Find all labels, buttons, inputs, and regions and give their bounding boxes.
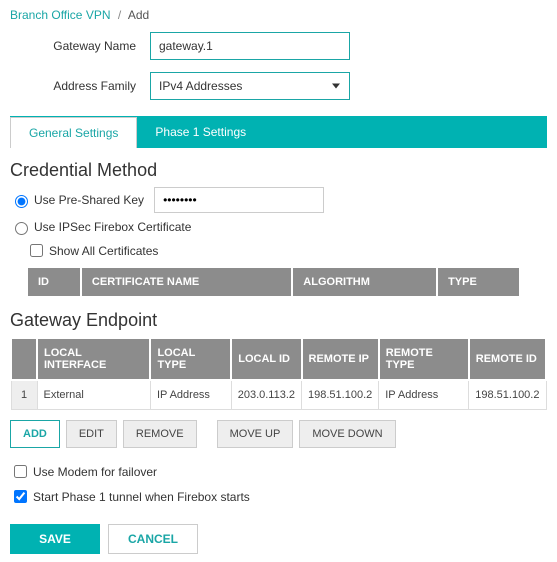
endpoint-header-idx — [11, 338, 37, 380]
credential-method-title: Credential Method — [10, 160, 547, 181]
breadcrumb: Branch Office VPN / Add — [10, 8, 547, 22]
tab-bar: General Settings Phase 1 Settings — [10, 116, 547, 148]
modem-failover-checkbox[interactable] — [14, 465, 27, 478]
cancel-button[interactable]: CANCEL — [108, 524, 198, 554]
start-phase1-checkbox[interactable] — [14, 490, 27, 503]
endpoint-header-remote-type: REMOTE TYPE — [379, 338, 469, 380]
endpoint-cell-remote-type: IP Address — [379, 380, 469, 410]
endpoint-header-remote-id: REMOTE ID — [469, 338, 546, 380]
breadcrumb-separator: / — [118, 8, 121, 22]
endpoint-header-local-type: LOCAL TYPE — [150, 338, 231, 380]
edit-button[interactable]: EDIT — [66, 420, 117, 448]
cert-header-type: TYPE — [437, 267, 520, 297]
endpoint-cell-local-interface: External — [37, 380, 150, 410]
modem-failover-label: Use Modem for failover — [33, 465, 157, 479]
cert-header-algorithm: ALGORITHM — [292, 267, 437, 297]
add-button[interactable]: ADD — [10, 420, 60, 448]
start-phase1-label: Start Phase 1 tunnel when Firebox starts — [33, 490, 250, 504]
endpoint-row[interactable]: 1 External IP Address 203.0.113.2 198.51… — [11, 380, 546, 410]
endpoint-header-local-id: LOCAL ID — [231, 338, 301, 380]
endpoint-cell-local-type: IP Address — [150, 380, 231, 410]
certificate-table: ID CERTIFICATE NAME ALGORITHM TYPE — [26, 266, 521, 298]
tab-phase1-settings[interactable]: Phase 1 Settings — [137, 116, 264, 148]
psk-label: Use Pre-Shared Key — [34, 193, 144, 207]
endpoint-cell-remote-id: 198.51.100.2 — [469, 380, 546, 410]
endpoint-cell-remote-ip: 198.51.100.2 — [302, 380, 379, 410]
cert-header-name: CERTIFICATE NAME — [81, 267, 292, 297]
gateway-endpoint-title: Gateway Endpoint — [10, 310, 547, 331]
show-all-certs-label: Show All Certificates — [49, 244, 158, 258]
endpoint-table: LOCAL INTERFACE LOCAL TYPE LOCAL ID REMO… — [10, 337, 547, 410]
psk-input[interactable] — [154, 187, 324, 213]
endpoint-header-remote-ip: REMOTE IP — [302, 338, 379, 380]
remove-button[interactable]: REMOVE — [123, 420, 197, 448]
breadcrumb-parent[interactable]: Branch Office VPN — [10, 8, 111, 22]
tab-general-settings[interactable]: General Settings — [10, 117, 137, 148]
address-family-select[interactable]: IPv4 Addresses — [150, 72, 350, 100]
address-family-label: Address Family — [10, 79, 150, 93]
gateway-name-label: Gateway Name — [10, 39, 150, 53]
endpoint-header-local-interface: LOCAL INTERFACE — [37, 338, 150, 380]
cert-header-id: ID — [27, 267, 81, 297]
show-all-certs-checkbox[interactable] — [30, 244, 43, 257]
psk-radio[interactable] — [15, 195, 28, 208]
endpoint-cell-idx: 1 — [11, 380, 37, 410]
breadcrumb-current: Add — [128, 8, 149, 22]
move-down-button[interactable]: MOVE DOWN — [299, 420, 395, 448]
move-up-button[interactable]: MOVE UP — [217, 420, 294, 448]
save-button[interactable]: SAVE — [10, 524, 100, 554]
cert-label: Use IPSec Firebox Certificate — [34, 220, 191, 234]
endpoint-cell-local-id: 203.0.113.2 — [231, 380, 301, 410]
cert-radio[interactable] — [15, 222, 28, 235]
gateway-name-input[interactable] — [150, 32, 350, 60]
